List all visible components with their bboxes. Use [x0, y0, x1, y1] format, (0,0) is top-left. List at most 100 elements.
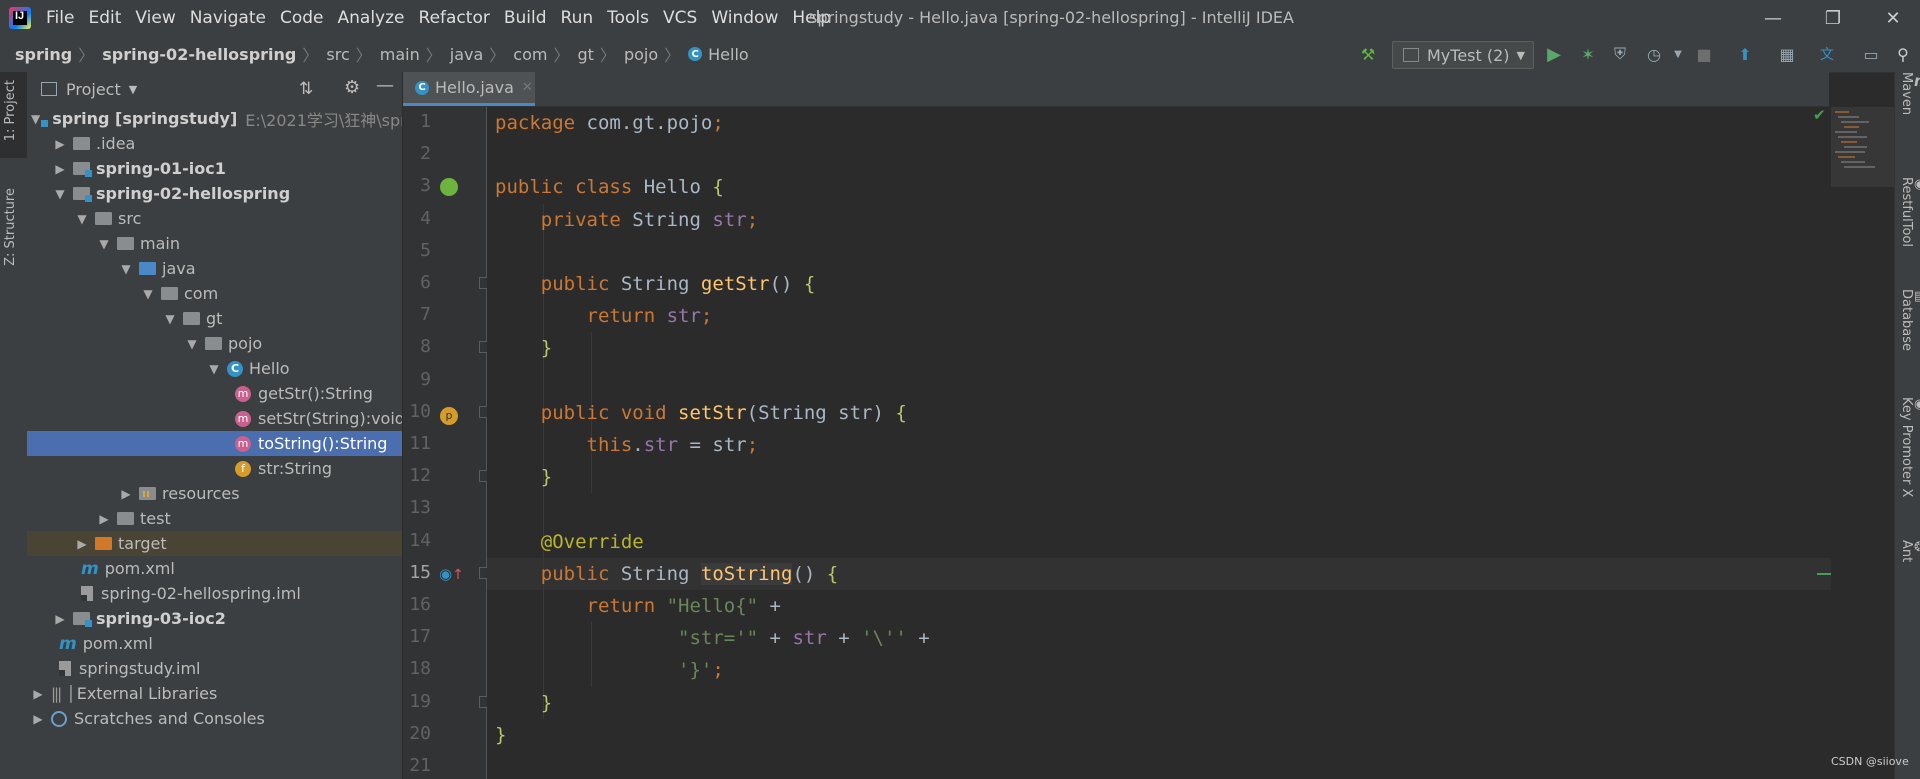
menu-tools[interactable]: Tools [600, 8, 656, 28]
tab-database[interactable]: ▤Database [1899, 289, 1920, 351]
tab-structure[interactable]: Z: Structure [3, 188, 18, 266]
line-number[interactable]: 21 [403, 755, 431, 776]
code-line[interactable]: } [495, 332, 552, 364]
tree-item[interactable]: ▶ spring-01-ioc1 [27, 156, 402, 181]
code-line[interactable]: } [495, 687, 552, 719]
tab-restfultool[interactable]: ◉ RestfulTool [1899, 177, 1920, 247]
line-number[interactable]: 18 [403, 658, 431, 679]
code-line[interactable]: package com.gt.pojo; [495, 107, 724, 139]
stop-icon[interactable]: ■ [1694, 44, 1714, 64]
breadcrumb-item[interactable]: C Hello [688, 45, 749, 64]
tree-item[interactable]: m toString():String [27, 431, 402, 456]
menu-build[interactable]: Build [497, 8, 554, 28]
code-line[interactable]: @Override [495, 526, 644, 558]
code-line[interactable]: return "Hello{" + [495, 590, 782, 622]
line-number[interactable]: 6 [403, 272, 431, 293]
override-method-icon[interactable]: ◉↑ [439, 564, 464, 583]
tree-item[interactable]: spring-02-hellospring.iml [27, 581, 402, 606]
code-line[interactable]: } [495, 461, 552, 493]
tree-item[interactable]: ▼ gt [27, 306, 402, 331]
chevron-down-icon[interactable]: ▼ [129, 83, 137, 96]
tree-item[interactable]: ▶ .idea [27, 131, 402, 156]
close-icon[interactable]: ✕ [1863, 0, 1920, 36]
build-hammer-icon[interactable]: ⚒ [1358, 44, 1378, 64]
line-number[interactable]: 9 [403, 369, 431, 390]
menu-code[interactable]: Code [273, 8, 331, 28]
code-line[interactable]: public String toString() { [495, 558, 838, 590]
line-number[interactable]: 14 [403, 530, 431, 551]
tree-item[interactable]: ▼ src [27, 206, 402, 231]
debug-icon[interactable]: ✶ [1578, 44, 1598, 64]
breadcrumb-item[interactable]: spring-02-hellospring [102, 45, 296, 64]
search-icon[interactable]: ⚲ [1893, 44, 1913, 64]
run-icon[interactable]: ▶ [1544, 44, 1564, 65]
line-number[interactable]: 20 [403, 723, 431, 744]
coverage-icon[interactable]: ⛨ [1610, 44, 1630, 64]
expanded-arrow-icon[interactable]: ▼ [207, 362, 221, 376]
tree-item[interactable]: m getStr():String [27, 381, 402, 406]
line-number[interactable]: 8 [403, 336, 431, 357]
line-number[interactable]: 12 [403, 465, 431, 486]
project-view-title[interactable]: Project [66, 80, 121, 99]
code-line[interactable]: "str='" + str + '\'' + [495, 622, 930, 654]
collapse-all-icon[interactable]: ⇅ [299, 79, 313, 99]
expanded-arrow-icon[interactable]: ▼ [53, 187, 67, 201]
expanded-arrow-icon[interactable]: ▼ [119, 262, 133, 276]
code-line[interactable]: } [495, 719, 506, 751]
expanded-arrow-icon[interactable]: ▼ [141, 287, 155, 301]
spring-bean-icon[interactable] [440, 178, 458, 200]
line-number[interactable]: 4 [403, 208, 431, 229]
line-number[interactable]: 13 [403, 497, 431, 518]
close-tab-icon[interactable]: ✕ [522, 80, 533, 95]
code-line[interactable]: return str; [495, 300, 713, 332]
tab-ant[interactable]: ❂ Ant [1899, 540, 1920, 562]
collapsed-arrow-icon[interactable]: ▶ [75, 537, 89, 551]
no-problems-check-icon[interactable]: ✔ [1813, 106, 1826, 124]
line-number[interactable]: 16 [403, 594, 431, 615]
breadcrumb-item[interactable]: main [380, 45, 420, 64]
collapsed-arrow-icon[interactable]: ▶ [97, 512, 111, 526]
line-number[interactable]: 2 [403, 143, 431, 164]
line-number[interactable]: 17 [403, 626, 431, 647]
menu-refactor[interactable]: Refactor [412, 8, 497, 28]
tree-item[interactable]: ▼ pojo [27, 331, 402, 356]
code-line[interactable]: public class Hello { [495, 171, 724, 203]
tab-project[interactable]: 1: Project [3, 80, 18, 141]
tree-item[interactable]: ▶ target [27, 531, 402, 556]
breadcrumb-item[interactable]: com [513, 45, 547, 64]
restore-icon[interactable]: ❐ [1803, 0, 1863, 36]
menu-view[interactable]: View [128, 8, 182, 28]
tree-item[interactable]: ▼ C Hello [27, 356, 402, 381]
line-number[interactable]: 3 [403, 175, 431, 196]
menu-window[interactable]: Window [704, 8, 785, 28]
line-number[interactable]: 5 [403, 240, 431, 261]
line-number[interactable]: 10 [403, 401, 431, 422]
tree-item[interactable]: f str:String [27, 456, 402, 481]
tree-item[interactable]: m pom.xml [27, 556, 402, 581]
expanded-arrow-icon[interactable]: ▼ [75, 212, 89, 226]
code-editor[interactable]: package com.gt.pojo; public class Hello {… [487, 107, 1831, 779]
profile-dropdown-icon[interactable]: ▼ [1668, 44, 1688, 64]
menu-edit[interactable]: Edit [81, 8, 128, 28]
tab-key-promoter[interactable]: ◉ Key Promoter X [1899, 397, 1920, 497]
tree-item[interactable]: m setStr(String):void [27, 406, 402, 431]
code-minimap[interactable] [1831, 107, 1894, 187]
menu-analyze[interactable]: Analyze [331, 8, 412, 28]
intellij-logo-icon[interactable]: IJ [9, 7, 31, 29]
menu-file[interactable]: File [39, 8, 81, 28]
expanded-arrow-icon[interactable]: ▼ [31, 112, 40, 126]
tab-maven[interactable]: mMaven [1899, 72, 1920, 115]
collapsed-arrow-icon[interactable]: ▶ [53, 612, 67, 626]
tree-item[interactable]: ▶ spring-03-ioc2 [27, 606, 402, 631]
breadcrumb-item[interactable]: pojo [624, 45, 658, 64]
project-structure-icon[interactable]: ▦ [1777, 44, 1797, 64]
code-line[interactable]: public String getStr() { [495, 268, 816, 300]
profile-icon[interactable]: ◷ [1644, 44, 1664, 64]
tree-item[interactable]: ▶ |||▕ External Libraries [27, 681, 402, 706]
tab-hello-java[interactable]: C Hello.java ✕ [403, 72, 535, 106]
tree-item[interactable]: ▶ resources [27, 481, 402, 506]
collapsed-arrow-icon[interactable]: ▶ [53, 162, 67, 176]
spring-property-icon[interactable]: p [440, 404, 458, 425]
line-number[interactable]: 11 [403, 433, 431, 454]
expanded-arrow-icon[interactable]: ▼ [163, 312, 177, 326]
